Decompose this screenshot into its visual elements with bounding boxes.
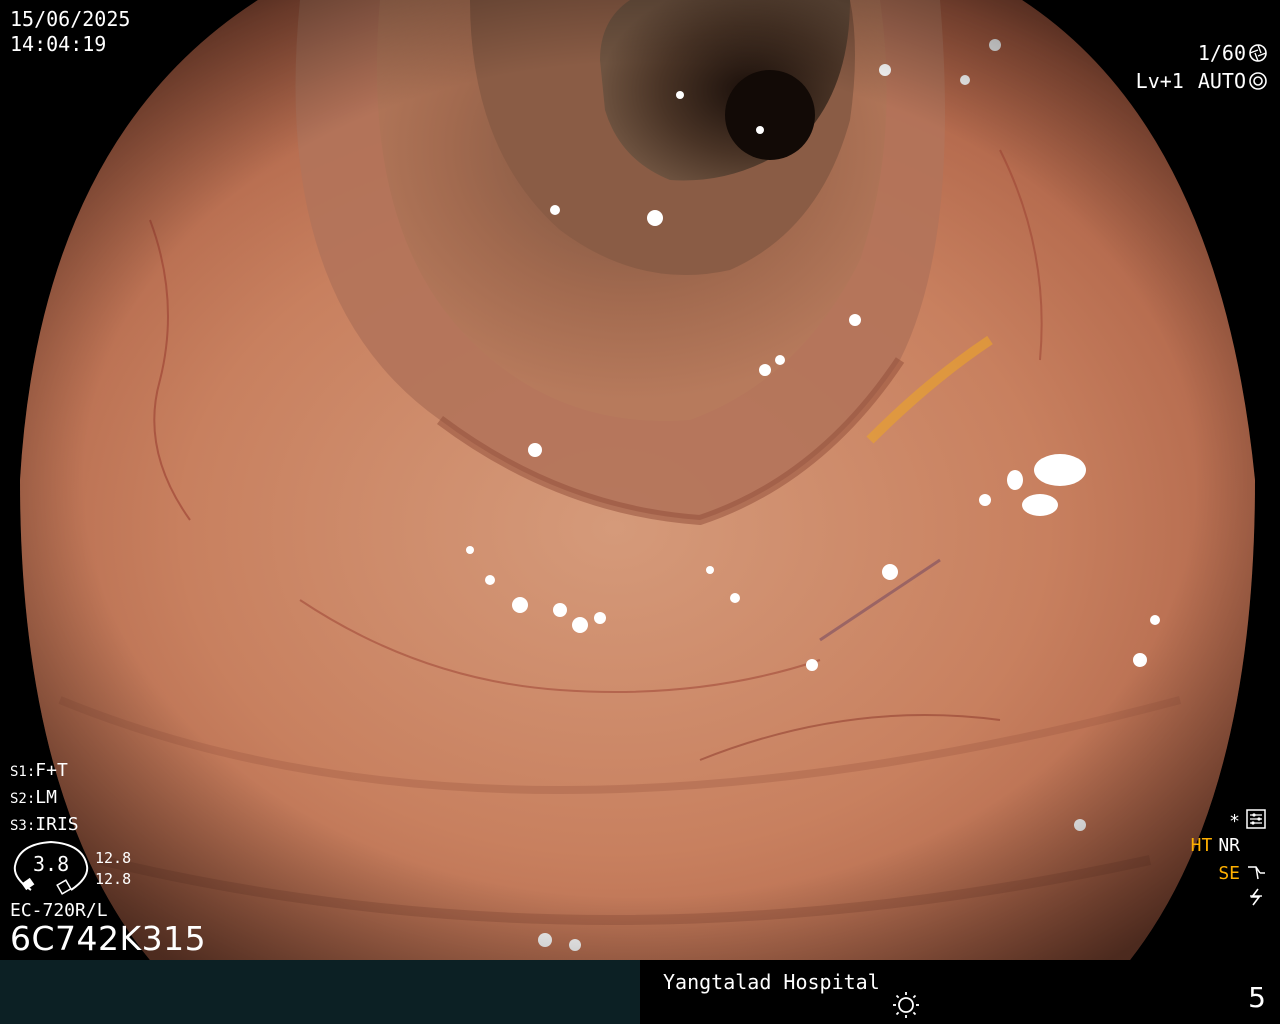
gauge-side-values: 12.8 12.8 [95,848,131,890]
setting-row-s1: S1:F+T [10,760,68,781]
setting-row-s3: S3:IRIS [10,814,79,835]
endoscope-viewport [0,0,1280,960]
shutter-icon [1248,43,1268,63]
image-number: 5 [1248,981,1266,1014]
ht-indicator: HT [1190,835,1213,856]
footer-left-panel [0,960,640,1024]
exposure-mode: AUTO [1197,69,1246,93]
zoom-gauge: 3.8 [11,838,93,898]
image-indicators: * HT NR SE [1156,809,1266,909]
indicator-row-3: SE [1218,861,1266,886]
gauge-side-top: 12.8 [95,849,132,867]
scope-serial: 6C742K315 [10,919,207,958]
indicator-row-1: * [1229,809,1266,834]
no-flash-icon [1246,887,1266,912]
indicator-row-2: HT NR [1191,835,1266,856]
star-indicator: * [1229,811,1240,832]
settings-icon [1246,809,1266,834]
brightness-level: Lv+1 [1135,69,1184,93]
gauge-side-bottom: 12.8 [95,870,132,888]
setting-row-s2: S2:LM [10,787,57,808]
time-readout: 14:04:19 [10,32,107,56]
date-readout: 15/06/2025 [10,7,131,31]
camera-icon [1248,71,1268,91]
colon-endoscopic-image [20,0,1255,960]
switch-settings: S1:F+T S2:LM S3:IRIS [10,758,79,839]
hospital-name: Yangtalad Hospital [663,970,880,994]
gauge-value: 3.8 [33,852,70,876]
brightness-icon [891,990,921,1020]
shutter-speed: 1/60 [1197,41,1246,65]
se-indicator: SE [1218,863,1240,884]
tone-icon [1246,861,1266,886]
indicator-row-4 [1246,887,1266,912]
nr-indicator: NR [1218,835,1240,856]
shutter-panel: 1/60 Lv+1 AUTO [1136,41,1268,93]
